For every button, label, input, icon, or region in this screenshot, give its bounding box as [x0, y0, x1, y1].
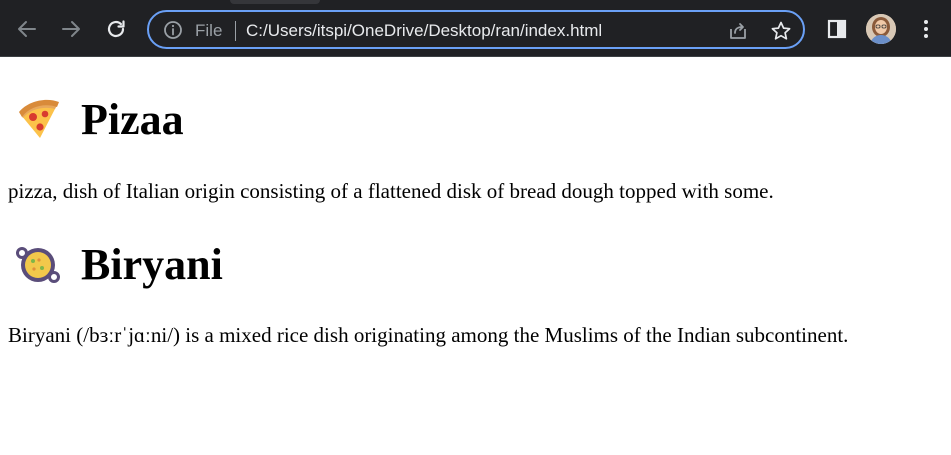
side-panel-button[interactable] [823, 15, 851, 43]
browser-toolbar: File C:/Users/itspi/OneDrive/Desktop/ran… [0, 0, 951, 57]
kebab-menu-icon [924, 20, 928, 38]
biryani-title: Biryani [81, 240, 223, 289]
pizza-heading: Pizaa [0, 95, 184, 145]
pizza-title: Pizaa [81, 95, 184, 144]
back-button[interactable] [13, 15, 41, 43]
url-text[interactable]: C:/Users/itspi/OneDrive/Desktop/ran/inde… [246, 21, 602, 41]
forward-button[interactable] [57, 15, 85, 43]
profile-avatar[interactable] [866, 14, 896, 44]
url-separator [235, 21, 236, 41]
info-icon[interactable] [163, 20, 183, 40]
biryani-heading: Biryani [0, 240, 223, 290]
reload-button[interactable] [102, 15, 130, 43]
browser-menu-button[interactable] [912, 15, 940, 43]
avatar-icon [866, 14, 896, 44]
address-bar[interactable]: File C:/Users/itspi/OneDrive/Desktop/ran… [147, 10, 805, 49]
reload-icon [107, 20, 125, 38]
biryani-description: Biryani (/bɜːrˈjɑːni/) is a mixed rice d… [8, 323, 849, 347]
star-icon[interactable] [770, 20, 792, 42]
url-scheme-label: File [195, 21, 223, 40]
side-panel-icon [827, 19, 847, 39]
arrow-left-icon [18, 21, 36, 37]
pizza-icon [19, 99, 59, 138]
arrow-right-icon [62, 21, 80, 37]
paella-pan-icon [16, 247, 60, 283]
pizza-description: pizza, dish of Italian origin consisting… [8, 179, 774, 203]
share-icon[interactable] [727, 20, 749, 42]
tab-strip-edge [230, 0, 320, 4]
